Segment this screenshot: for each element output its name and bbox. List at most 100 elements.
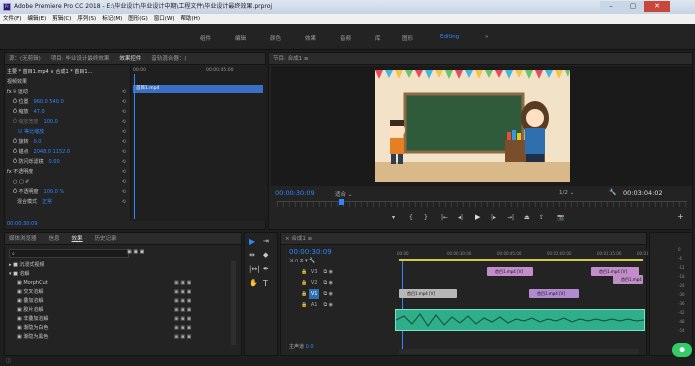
track-toggle-icons[interactable]: ⧉ ◉ xyxy=(323,302,333,308)
reset-icon[interactable]: ⟲ xyxy=(122,98,126,106)
reset-icon[interactable]: ⟲ xyxy=(122,138,126,146)
ec-row[interactable]: Ö 不透明度 100.0 % ⟲ xyxy=(13,188,128,196)
effects-tab-2[interactable]: 效果 xyxy=(72,236,83,242)
reset-icon[interactable]: ⟲ xyxy=(122,188,126,196)
track-label[interactable]: V1 xyxy=(308,289,320,299)
ec-clip-bar[interactable]: 首目1.mp4 xyxy=(133,85,263,93)
timeline-tab[interactable]: × 合成1 ≡ xyxy=(281,233,646,245)
menu-item-2[interactable]: 剪辑(C) xyxy=(52,16,71,22)
track-header[interactable]: 🔒 V1 ⧉ ◉ xyxy=(301,289,393,299)
menu-item-4[interactable]: 标记(M) xyxy=(102,16,122,22)
ripple-edit-tool-icon[interactable]: ⇹ xyxy=(249,251,255,259)
effects-tree-item[interactable]: ▾ ■ 溶解 xyxy=(9,270,229,278)
reset-icon[interactable]: ⟲ xyxy=(122,128,126,136)
effects-tab-1[interactable]: 信息 xyxy=(49,236,60,242)
menu-item-5[interactable]: 图形(G) xyxy=(128,16,148,22)
effects-tree-item[interactable]: ▣ 交叉溶解 ▣ ▣ ▣ xyxy=(17,288,237,296)
ec-row[interactable]: Ö 锚点 2048.0 1152.0 ⟲ xyxy=(13,148,128,156)
timeline-scrollbar[interactable] xyxy=(399,349,639,354)
effects-tree-item[interactable]: ▸ ■ 沉浸式视频 xyxy=(9,261,229,269)
workspace-4[interactable]: 音频 xyxy=(340,34,351,42)
program-playhead[interactable] xyxy=(339,199,344,205)
ec-row-value[interactable]: 100.0 xyxy=(44,119,58,125)
ec-row[interactable]: fx 不透明度 ⟲ xyxy=(7,168,128,176)
lock-icon[interactable]: 🔒 xyxy=(301,291,309,297)
ec-tab-0[interactable]: 源：(无剪辑) xyxy=(9,56,41,62)
menu-item-6[interactable]: 窗口(W) xyxy=(154,16,175,22)
reset-icon[interactable]: ⟲ xyxy=(122,158,126,166)
lock-icon[interactable]: 🔒 xyxy=(301,280,309,286)
track-header[interactable]: 🔒 V2 ⧉ ◉ xyxy=(301,278,393,288)
go-to-in-icon[interactable]: |← xyxy=(441,214,448,221)
effects-scrollbar[interactable] xyxy=(231,261,236,345)
effects-tab-3[interactable]: 历史记录 xyxy=(95,236,117,242)
play-icon[interactable]: ▶ xyxy=(475,213,480,221)
extract-icon[interactable]: ⇪ xyxy=(539,214,544,221)
ec-row[interactable]: fx ⌾ 运动 ⟲ xyxy=(7,88,128,96)
track-toggle-icons[interactable]: ⧉ ◉ xyxy=(323,291,333,297)
workspace-8[interactable]: » xyxy=(485,34,488,40)
menu-item-7[interactable]: 帮助(H) xyxy=(181,16,200,22)
ec-row[interactable]: Ö 旋转 0.0 ⟲ xyxy=(13,138,128,146)
export-frame-icon[interactable]: 📷 xyxy=(557,214,564,221)
audio-clip-a1[interactable] xyxy=(395,309,645,331)
track-header[interactable]: 🔒 A1 ⧉ ◉ xyxy=(301,300,393,310)
helper-badge-icon[interactable]: ⬤ xyxy=(672,343,692,357)
mark-out-icon[interactable]: } xyxy=(424,214,428,221)
ec-row[interactable]: 混合模式 正常 ⟲ xyxy=(17,198,128,206)
track-select-tool-icon[interactable]: ⇥ xyxy=(263,237,269,245)
ec-row-value[interactable]: 2048.0 1152.0 xyxy=(34,149,71,155)
reset-icon[interactable]: ⟲ xyxy=(122,168,126,176)
menu-item-3[interactable]: 序列(S) xyxy=(77,16,96,22)
minimize-button[interactable]: – xyxy=(600,1,622,12)
ec-row[interactable]: Ö 位置 960.0 540.0 ⟲ xyxy=(13,98,128,106)
effects-tree-item[interactable]: ▣ 叠加溶解 ▣ ▣ ▣ xyxy=(17,297,237,305)
ec-playhead[interactable] xyxy=(134,74,135,219)
workspace-6[interactable]: 图形 xyxy=(402,34,413,42)
add-marker-icon[interactable]: ▾ xyxy=(392,214,395,221)
add-button-icon[interactable]: + xyxy=(677,212,684,221)
timeline-ruler[interactable]: 00:00 00:00:30:00 00:00:45:00 00:01:00:00 00… xyxy=(397,251,661,263)
track-header[interactable]: 🔒 V3 ⧉ ◉ xyxy=(301,267,393,277)
menu-item-0[interactable]: 文件(F) xyxy=(3,16,21,22)
timeline-timecode[interactable]: 00:00:30:09 xyxy=(289,248,332,256)
workspace-5[interactable]: 库 xyxy=(375,34,381,42)
pen-tool-icon[interactable]: ✒ xyxy=(263,265,269,273)
ec-row-value[interactable]: ☑ 等比缩放 xyxy=(18,129,44,135)
effect-controls-timeline[interactable]: 00:00 00:00:45:00 首目1.mp4 xyxy=(130,66,266,221)
track-label[interactable]: V3 xyxy=(309,267,320,277)
reset-icon[interactable]: ⟲ xyxy=(122,178,126,186)
ec-row-value[interactable]: 100.0 % xyxy=(44,189,65,195)
resolution-dropdown[interactable]: 1/2 ⌄ xyxy=(559,190,574,196)
accelerated-effects-icon[interactable]: ▣ ▣ ▣ xyxy=(127,249,144,255)
razor-tool-icon[interactable]: ◆ xyxy=(263,251,268,259)
type-tool-icon[interactable]: T xyxy=(263,279,268,288)
timeline-tool-icons[interactable]: ⇲ ∩ ⧖ ▾ 🔧 xyxy=(289,258,315,264)
ec-tab-3[interactable]: 音轨混合器：( xyxy=(151,56,186,62)
go-to-out-icon[interactable]: →| xyxy=(507,214,514,221)
fit-dropdown[interactable]: 适合 ⌄ xyxy=(335,190,352,198)
ec-row[interactable]: Ö 防闪烁滤镜 0.00 ⟲ xyxy=(13,158,128,166)
ec-row-value[interactable]: 47.0 xyxy=(34,109,45,115)
effects-tree-item[interactable]: ▣ 胶片溶解 ▣ ▣ ▣ xyxy=(17,306,237,314)
clip-header[interactable]: 主要 * 首目1.mp4 ∨ 合成1 * 首目1... xyxy=(7,68,92,76)
effects-tab-0[interactable]: 媒体浏览器 xyxy=(9,236,37,242)
video-clip[interactable]: 首目1.mp4 [V] xyxy=(613,275,643,284)
track-label[interactable]: A1 xyxy=(309,300,320,310)
ec-row-value[interactable]: 正常 xyxy=(42,199,52,205)
work-area-bar[interactable] xyxy=(399,259,643,261)
ec-row[interactable]: ☑ 等比缩放 ⟲ xyxy=(13,128,128,136)
workspace-1[interactable]: 编辑 xyxy=(235,34,246,42)
effects-search-input[interactable]: ⌕ xyxy=(9,249,129,258)
step-forward-icon[interactable]: |▸ xyxy=(491,214,496,221)
mark-in-icon[interactable]: { xyxy=(409,214,413,221)
program-monitor-tab[interactable]: 节目: 合成1 ≡ xyxy=(269,53,692,65)
reset-icon[interactable]: ⟲ xyxy=(122,88,126,96)
ec-row-value[interactable]: 960.0 540.0 xyxy=(34,99,64,105)
ec-tab-2[interactable]: 效果控件 xyxy=(119,56,141,62)
hand-tool-icon[interactable]: ✋ xyxy=(249,279,258,287)
track-label[interactable]: V2 xyxy=(309,278,320,288)
video-clip[interactable]: 首目1.mp4 [V] xyxy=(487,267,533,276)
settings-wrench-icon[interactable]: 🔧 xyxy=(609,189,616,196)
close-button[interactable]: ✕ xyxy=(644,1,670,12)
